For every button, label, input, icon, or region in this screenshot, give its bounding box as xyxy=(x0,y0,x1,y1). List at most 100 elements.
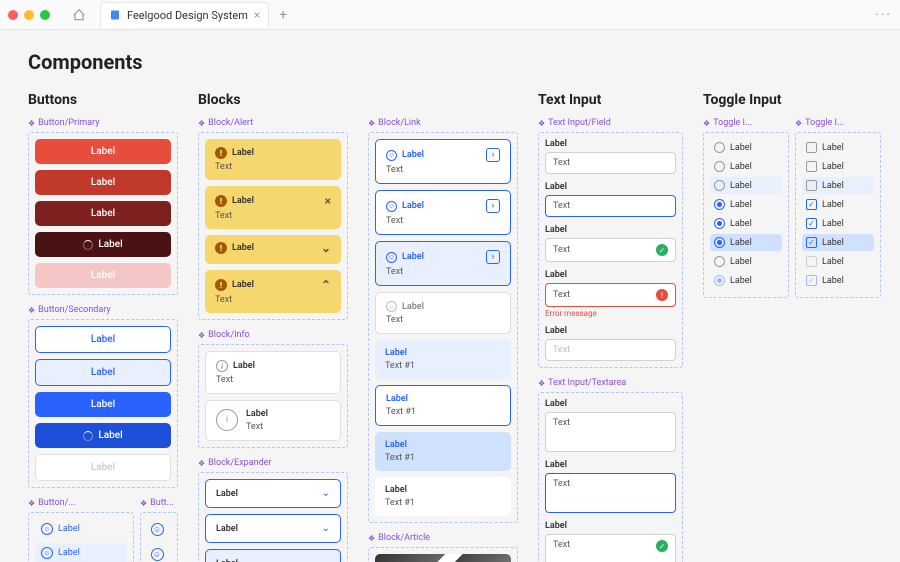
frame-block-expander[interactable]: Label⌄ Label⌄ Label⌄ Label⌃ xyxy=(198,472,348,562)
frame-textarea[interactable]: Label Text Label Text Label Text✓ Label … xyxy=(538,392,683,562)
checkbox-row-checked[interactable]: Label xyxy=(802,196,874,213)
frame-button-tertiary[interactable]: ☺Label ☺Label ☺Label ☺Label ☺Label xyxy=(28,512,134,562)
frame-block-article[interactable]: Title xyxy=(368,547,518,562)
radio-row[interactable]: Label xyxy=(710,139,782,156)
expander-block-closed-2[interactable]: Label⌄ xyxy=(205,514,341,543)
frame-radio[interactable]: Label Label Label Label Label Label Labe… xyxy=(703,132,789,298)
radio-row-hover[interactable]: Label xyxy=(710,177,782,194)
minimize-window-button[interactable] xyxy=(24,10,34,20)
secondary-button-default[interactable]: Label xyxy=(35,326,171,353)
link-block-filled-2[interactable]: Label Text #1 xyxy=(375,432,511,471)
article-block[interactable]: Title xyxy=(375,554,511,562)
link-block-plain[interactable]: Label Text #1 xyxy=(375,477,511,516)
checkbox-row[interactable]: Label xyxy=(802,139,874,156)
chevron-down-icon[interactable]: ⌄ xyxy=(321,241,331,255)
checkbox-row-hover[interactable]: Label xyxy=(802,177,874,194)
secondary-button-loading[interactable]: Label xyxy=(35,423,171,448)
expander-block-hover[interactable]: Label⌄ xyxy=(205,549,341,562)
maximize-window-button[interactable] xyxy=(40,10,50,20)
textarea-default: Label Text xyxy=(545,399,676,452)
radio-unchecked-icon xyxy=(714,161,725,172)
primary-button-default[interactable]: Label xyxy=(35,139,171,164)
radio-row[interactable]: Label xyxy=(710,158,782,175)
face-icon: ☺ xyxy=(41,523,53,535)
alert-block-expandable-closed[interactable]: !Label⌄ xyxy=(205,235,341,264)
expander-block-closed[interactable]: Label⌄ xyxy=(205,479,341,508)
frame-block-info[interactable]: iLabel Text i Label Text xyxy=(198,344,348,448)
more-menu-icon[interactable]: ··· xyxy=(875,7,892,23)
tertiary-button-default[interactable]: ☺Label xyxy=(35,519,127,539)
link-block-filled-1[interactable]: Label Text #1 xyxy=(375,340,511,379)
frame-block-alert[interactable]: !Label Text !Label× Text !Label⌄ !Label⌃… xyxy=(198,132,348,320)
component-label-textarea: Text Input/Textarea xyxy=(538,378,683,388)
home-button[interactable] xyxy=(64,4,94,26)
component-label-block-link: Block/Link xyxy=(368,118,518,128)
error-icon: ! xyxy=(656,289,668,301)
textarea-input[interactable]: Text xyxy=(545,412,676,452)
radio-checked-icon xyxy=(714,275,725,286)
component-label-block-article: Block/Article xyxy=(368,533,518,543)
checkbox-row-checked[interactable]: Label xyxy=(802,215,874,232)
link-block-hover[interactable]: ☺Label› Text xyxy=(375,241,511,286)
design-canvas[interactable]: Components Buttons Button/Primary Label … xyxy=(0,30,900,562)
alert-block-expandable-open[interactable]: !Label⌃ Text xyxy=(205,270,341,313)
radio-checked-icon xyxy=(714,237,725,248)
info-block-default: iLabel Text xyxy=(205,351,341,394)
icon-button-default[interactable]: ☺ xyxy=(147,519,167,539)
text-input[interactable]: Text✓ xyxy=(545,238,676,262)
warning-icon: ! xyxy=(215,195,227,207)
component-label-block-alert: Block/Alert xyxy=(198,118,348,128)
chevron-up-icon[interactable]: ⌃ xyxy=(321,278,331,292)
tertiary-button-hover[interactable]: ☺Label xyxy=(35,543,127,562)
link-block-outline[interactable]: Label Text #1 xyxy=(375,385,511,426)
frame-button-primary[interactable]: Label Label Label Label Label xyxy=(28,132,178,295)
section-buttons-title: Buttons xyxy=(28,92,178,108)
primary-button-loading[interactable]: Label xyxy=(35,232,171,257)
primary-button-hover[interactable]: Label xyxy=(35,170,171,195)
face-icon: ☺ xyxy=(386,201,397,212)
radio-unchecked-icon xyxy=(714,180,725,191)
textarea-input[interactable]: Text✓ xyxy=(545,534,676,562)
frame-block-link[interactable]: ☺Label› Text ☺Label› Text ☺Label› Text ☺… xyxy=(368,132,518,523)
primary-button-active[interactable]: Label xyxy=(35,201,171,226)
component-label-button-mini: Button/... xyxy=(28,498,134,508)
link-block-2[interactable]: ☺Label› Text xyxy=(375,190,511,235)
component-label-button-primary: Button/Primary xyxy=(28,118,178,128)
secondary-button-hover[interactable]: Label xyxy=(35,359,171,386)
close-icon[interactable]: × xyxy=(325,194,331,208)
radio-row-selected[interactable]: Label xyxy=(710,234,782,251)
info-icon: i xyxy=(216,360,228,372)
frame-button-icon[interactable]: ☺ ☺ ☺ ☺ ☺ xyxy=(140,512,178,562)
link-block-default[interactable]: ☺Label› Text xyxy=(375,139,511,184)
radio-row-checked[interactable]: Label xyxy=(710,196,782,213)
checkbox-row-disabled-checked: Label xyxy=(802,272,874,289)
text-input[interactable]: Text xyxy=(545,195,676,217)
checkbox-row-selected[interactable]: Label xyxy=(802,234,874,251)
chevron-right-icon: › xyxy=(486,250,500,264)
face-icon: ☺ xyxy=(386,301,397,312)
warning-icon: ! xyxy=(215,147,227,159)
textarea-input[interactable]: Text xyxy=(545,473,676,513)
textarea-focus: Label Text xyxy=(545,460,676,513)
new-tab-button[interactable]: + xyxy=(279,7,287,23)
document-tab[interactable]: Feelgood Design System × xyxy=(100,2,269,27)
text-input[interactable]: Text xyxy=(545,339,676,361)
text-input[interactable]: Text xyxy=(545,152,676,174)
frame-checkbox[interactable]: Label Label Label Label Label Label Labe… xyxy=(795,132,881,298)
close-tab-icon[interactable]: × xyxy=(254,8,260,22)
warning-icon: ! xyxy=(215,279,227,291)
close-window-button[interactable] xyxy=(8,10,18,20)
radio-row-checked[interactable]: Label xyxy=(710,215,782,232)
frame-text-field[interactable]: Label Text Label Text Label Text✓ Label … xyxy=(538,132,683,368)
chevron-down-icon: ⌄ xyxy=(322,558,330,562)
chevron-right-icon: › xyxy=(486,148,500,162)
tab-title: Feelgood Design System xyxy=(127,9,248,22)
text-input[interactable]: Text! xyxy=(545,283,676,307)
alert-block-dismissable: !Label× Text xyxy=(205,186,341,229)
checkbox-row[interactable]: Label xyxy=(802,158,874,175)
icon-button-hover[interactable]: ☺ xyxy=(147,544,167,562)
chevron-down-icon: ⌄ xyxy=(322,523,330,534)
secondary-button-active[interactable]: Label xyxy=(35,392,171,417)
frame-button-secondary[interactable]: Label Label Label Label Label xyxy=(28,319,178,488)
text-field-error: Label Text! Error message xyxy=(545,270,676,318)
